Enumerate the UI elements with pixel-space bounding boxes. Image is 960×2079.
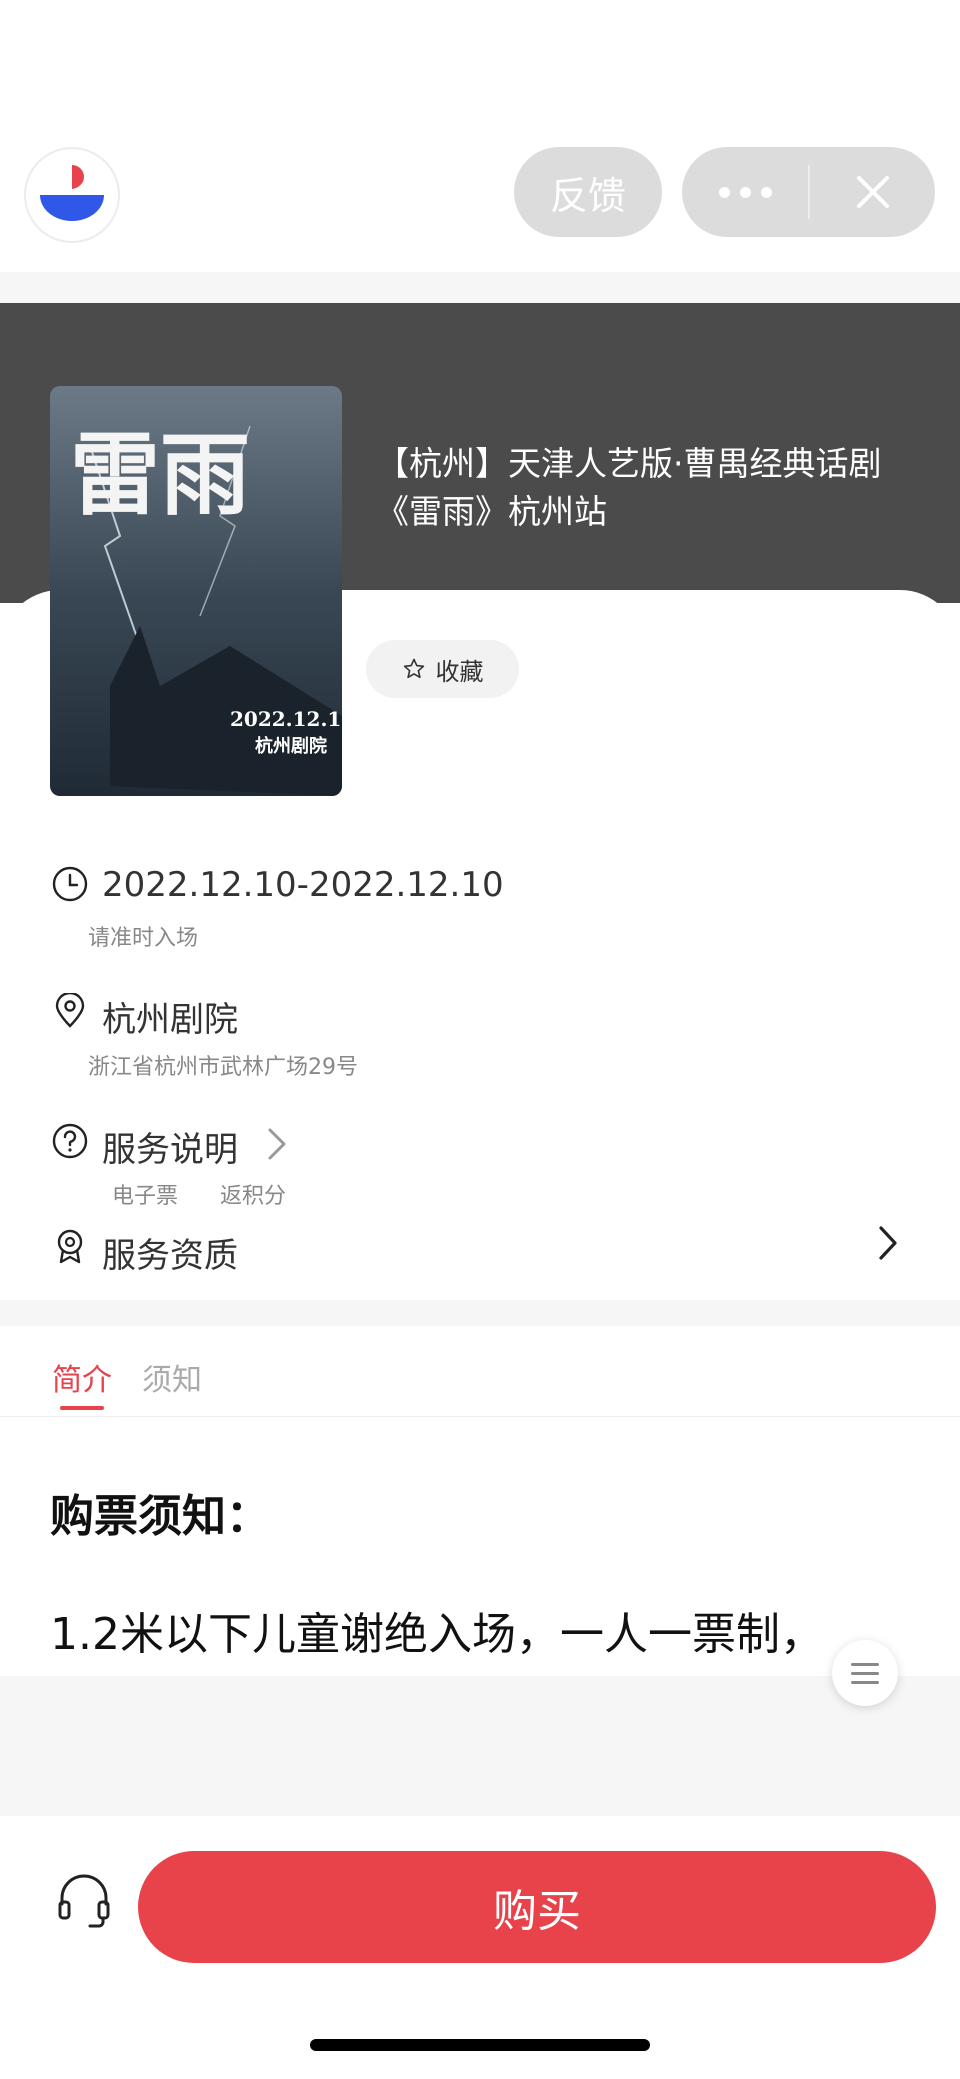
star-icon <box>403 658 424 679</box>
certificate-badge-icon <box>57 1229 83 1264</box>
capsule-menu <box>682 147 935 237</box>
show-poster[interactable]: 雷雨 2022.12.10 杭州剧院 <box>50 386 342 796</box>
chevron-right-icon[interactable] <box>876 1224 900 1262</box>
venue-address: 浙江省杭州市武林广场29号 <box>88 1055 358 1080</box>
svg-text:雷雨: 雷雨 <box>70 422 250 528</box>
floating-menu-icon[interactable] <box>832 1640 898 1706</box>
app-logo-icon <box>40 165 104 221</box>
service-tag-eticket: 电子票 <box>112 1184 179 1209</box>
app-logo[interactable] <box>24 147 120 243</box>
service-tag-points: 返积分 <box>220 1184 287 1209</box>
location-pin-icon <box>55 993 85 1028</box>
more-dots-icon[interactable] <box>682 147 808 237</box>
service-qualification-link[interactable]: 服务资质 <box>102 1228 238 1277</box>
show-title: 【杭州】天津人艺版·曹禺经典话剧《雷雨》杭州站 <box>376 444 882 531</box>
venue-name[interactable]: 杭州剧院 <box>102 992 238 1041</box>
customer-service-headset-icon[interactable] <box>54 1870 114 1930</box>
clock-icon <box>52 866 88 902</box>
tab-divider <box>0 1416 960 1417</box>
poster-image: 雷雨 2022.12.10 杭州剧院 <box>50 386 342 796</box>
separator-strip <box>0 272 960 303</box>
tab-active-indicator <box>60 1406 104 1410</box>
svg-text:2022.12.10: 2022.12.10 <box>230 707 342 731</box>
home-indicator <box>310 2039 650 2051</box>
purchase-notice-text: 1.2米以下儿童谢绝入场，一人一票制， <box>50 1609 824 1660</box>
show-date-range: 2022.12.10-2022.12.10 <box>102 865 504 905</box>
chevron-right-icon[interactable] <box>266 1126 288 1162</box>
separator-strip <box>0 1300 960 1326</box>
favorite-label: 收藏 <box>435 657 484 686</box>
purchase-notice-heading: 购票须知： <box>50 1491 270 1542</box>
tab-intro[interactable]: 简介 <box>52 1355 112 1399</box>
question-icon <box>52 1123 88 1159</box>
feedback-button[interactable]: 反馈 <box>514 147 662 237</box>
entry-note: 请准时入场 <box>88 926 199 951</box>
tab-notice[interactable]: 须知 <box>142 1355 202 1399</box>
favorite-button[interactable]: 收藏 <box>366 640 519 698</box>
buy-button[interactable]: 购买 <box>138 1851 936 1963</box>
svg-text:杭州剧院: 杭州剧院 <box>255 735 327 757</box>
content-footer-area <box>0 1676 960 1816</box>
close-icon[interactable] <box>810 147 935 237</box>
service-description-link[interactable]: 服务说明 <box>102 1122 238 1171</box>
